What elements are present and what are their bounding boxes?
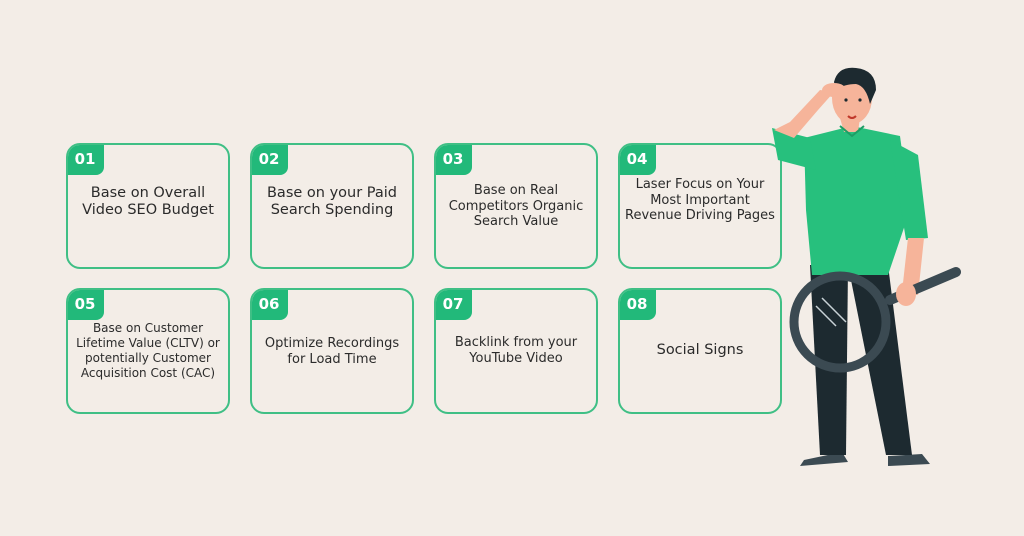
card-number-badge: 05 [68,290,104,320]
card-text: Optimize Recordings for Load Time [264,336,400,367]
card-text: Base on Customer Lifetime Value (CLTV) o… [76,321,220,380]
card-06: 06 Optimize Recordings for Load Time [250,288,414,414]
person-icon [772,67,961,466]
card-number-badge: 03 [436,145,472,175]
card-08: 08 Social Signs [618,288,782,414]
card-text: Backlink from your YouTube Video [454,335,578,366]
card-number-badge: 06 [252,290,288,320]
card-number-badge: 07 [436,290,472,320]
card-number-badge: 02 [252,145,288,175]
card-text: Base on your Paid Search Spending [266,185,397,219]
card-text: Social Signs [656,342,744,358]
card-number-badge: 01 [68,145,104,175]
card-05: 05 Base on Customer Lifetime Value (CLTV… [66,288,230,414]
man-with-magnifying-glass-illustration [760,60,980,480]
card-07: 07 Backlink from your YouTube Video [434,288,598,414]
card-number-badge: 08 [620,290,656,320]
card-text: Base on Real Competitors Organic Search … [448,183,584,230]
card-04: 04 Laser Focus on Your Most Important Re… [618,143,782,269]
card-01: 01 Base on Overall Video SEO Budget [66,143,230,269]
card-03: 03 Base on Real Competitors Organic Sear… [434,143,598,269]
card-02: 02 Base on your Paid Search Spending [250,143,414,269]
card-number-badge: 04 [620,145,656,175]
card-text: Laser Focus on Your Most Important Reven… [625,177,775,224]
card-text: Base on Overall Video SEO Budget [82,185,214,219]
